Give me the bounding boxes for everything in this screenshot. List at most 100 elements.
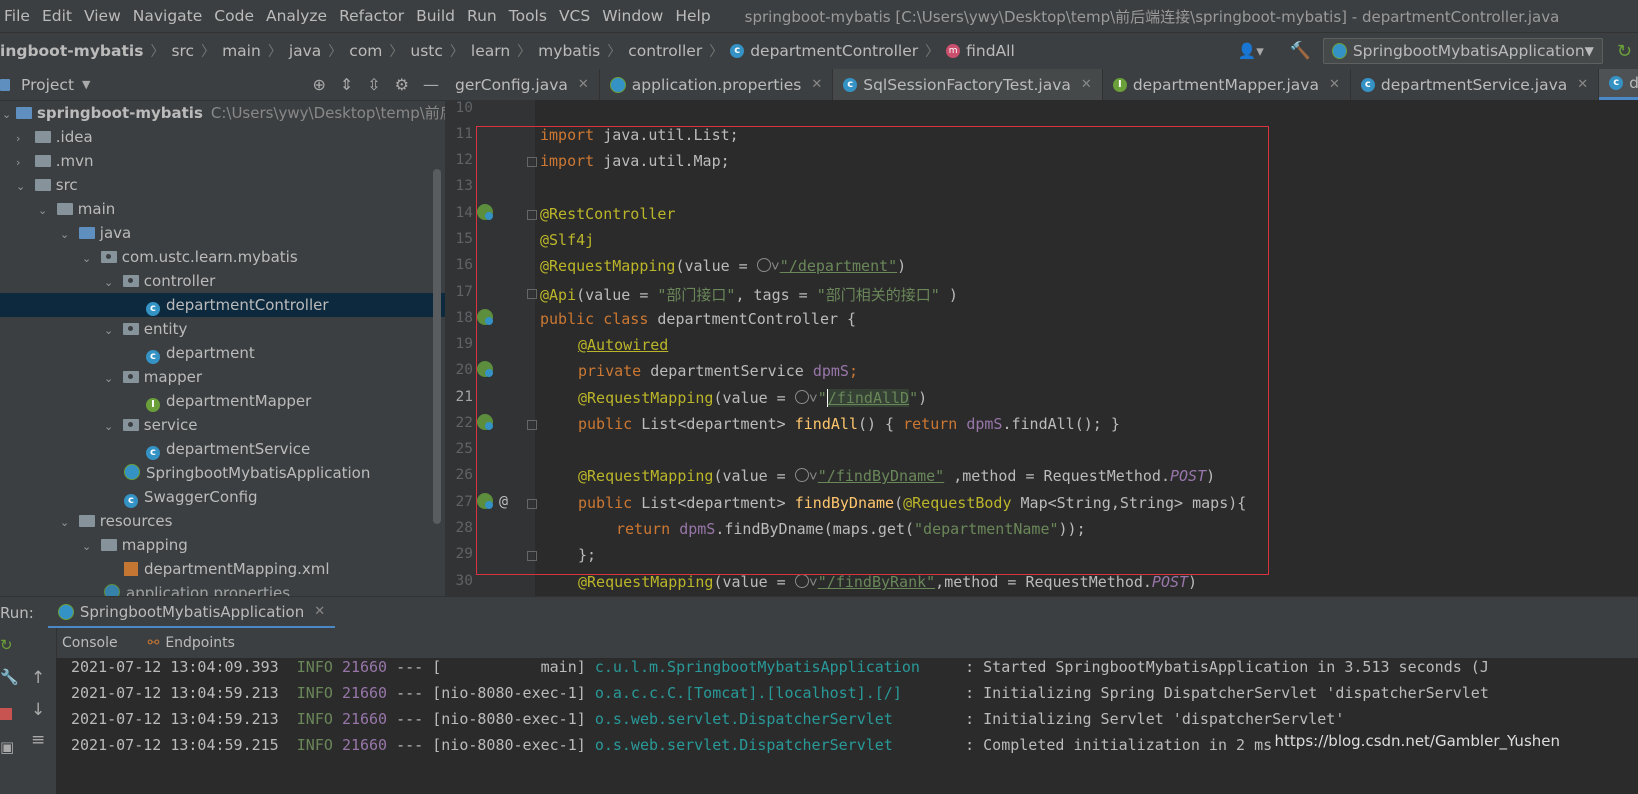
chevron-down-icon: ⌄ bbox=[104, 276, 114, 289]
breadcrumb-mybatis[interactable]: mybatis bbox=[538, 42, 600, 60]
breadcrumb-learn[interactable]: learn bbox=[471, 42, 510, 60]
menu-window[interactable]: Window bbox=[598, 7, 671, 25]
tab-department-service[interactable]: c departmentService.java ✕ bbox=[1351, 69, 1600, 100]
watermark: https://blog.csdn.net/Gambler_Yushen bbox=[1274, 732, 1560, 750]
project-tree: ⌄ springboot-mybatis C:\Users\ywy\Desktop\… bbox=[0, 101, 445, 596]
collapse-all-icon[interactable]: ⇳ bbox=[367, 75, 380, 94]
expand-all-icon[interactable]: ⇕ bbox=[340, 75, 353, 94]
close-icon[interactable]: ✕ bbox=[811, 77, 822, 92]
tree-item[interactable]: ⌄ mapping bbox=[0, 533, 445, 557]
line-number: 26 bbox=[455, 467, 473, 483]
tree-item-label: departmentMapping.xml bbox=[144, 560, 330, 578]
chevron-right-icon: 〉 bbox=[517, 44, 532, 60]
menu-help[interactable]: Help bbox=[671, 7, 718, 25]
breadcrumb-controller[interactable]: controller bbox=[628, 42, 702, 60]
tab-swagger-config[interactable]: gerConfig.java ✕ bbox=[445, 69, 600, 100]
breadcrumb-src[interactable]: src bbox=[171, 42, 194, 60]
tab-endpoints[interactable]: ⚯ Endpoints bbox=[148, 635, 235, 651]
tree-item[interactable]: ⌄ src bbox=[0, 173, 445, 197]
tree-item-project[interactable]: ⌄ springboot-mybatis C:\Users\ywy\Desktop\… bbox=[0, 101, 445, 125]
tree-item-label: com.ustc.learn.mybatis bbox=[121, 248, 298, 266]
tree-item[interactable]: ⌄ java bbox=[0, 221, 445, 245]
log-timestamp: 2021-07-12 13:04:59.213 bbox=[71, 684, 279, 702]
menu-file[interactable]: File bbox=[0, 7, 38, 25]
breadcrumb-main[interactable]: main bbox=[222, 42, 261, 60]
log-line: 2021-07-12 13:04:59.215 INFO 21660 --- [… bbox=[71, 736, 1272, 754]
menu-navigate[interactable]: Navigate bbox=[129, 7, 211, 25]
gear-icon[interactable]: ⚙ bbox=[395, 75, 409, 94]
log-separator: --- bbox=[387, 658, 433, 676]
tree-item[interactable]: ⌄ main bbox=[0, 197, 445, 221]
chevron-down-icon: ⌄ bbox=[82, 540, 92, 553]
console-output[interactable]: 2021-07-12 13:04:09.393 INFO 21660 --- [… bbox=[56, 658, 1638, 794]
breadcrumb-method[interactable]: findAll bbox=[966, 42, 1015, 60]
arrow-up-icon[interactable]: ↑ bbox=[31, 668, 45, 688]
close-icon[interactable]: ✕ bbox=[578, 77, 589, 92]
menu-analyze[interactable]: Analyze bbox=[262, 7, 335, 25]
tree-item[interactable]: IdepartmentMapper bbox=[0, 389, 445, 413]
web-url-icon[interactable] bbox=[794, 574, 809, 588]
tree-item[interactable]: application.properties bbox=[0, 581, 445, 596]
menu-edit[interactable]: Edit bbox=[38, 7, 80, 25]
tree-item-selected[interactable]: c departmentController bbox=[0, 293, 445, 317]
user-icon[interactable]: 👤▾ bbox=[1238, 42, 1264, 60]
close-icon[interactable]: ✕ bbox=[1329, 77, 1340, 92]
stop-icon[interactable] bbox=[0, 708, 12, 720]
breadcrumb-com[interactable]: com bbox=[349, 42, 382, 60]
soft-wrap-icon[interactable]: ≡ bbox=[31, 730, 45, 750]
tree-item[interactable]: ⌄ resources bbox=[0, 509, 445, 533]
tree-item[interactable]: ⌄ entity bbox=[0, 317, 445, 341]
run-tab[interactable]: SpringbootMybatisApplication ✕ bbox=[47, 597, 336, 629]
tree-item[interactable]: c departmentService bbox=[0, 437, 445, 461]
rerun-icon[interactable]: ↻ bbox=[0, 636, 13, 654]
tree-item[interactable]: c SwaggerConfig bbox=[0, 485, 445, 509]
minimize-icon[interactable]: — bbox=[423, 75, 439, 94]
wrench-icon[interactable]: 🔧 bbox=[0, 668, 19, 686]
run-configuration-select[interactable]: SpringbootMybatisApplication ▼ bbox=[1322, 38, 1603, 64]
breadcrumb-project[interactable]: ingboot-mybatis bbox=[0, 42, 143, 60]
close-icon[interactable]: ✕ bbox=[1577, 77, 1588, 92]
vertical-scrollbar[interactable] bbox=[433, 169, 441, 524]
tree-item[interactable]: ⌄ controller bbox=[0, 269, 445, 293]
close-icon[interactable]: ✕ bbox=[314, 604, 325, 619]
menu-tools[interactable]: Tools bbox=[505, 7, 555, 25]
tree-item[interactable]: › .idea bbox=[0, 125, 445, 149]
tree-item[interactable]: departmentMapping.xml bbox=[0, 557, 445, 581]
breadcrumb-class[interactable]: departmentController bbox=[750, 42, 918, 60]
chevron-down-icon: ⌄ bbox=[60, 516, 70, 529]
tree-item[interactable]: ⌄ mapper bbox=[0, 365, 445, 389]
menu-view[interactable]: View bbox=[80, 7, 129, 25]
tree-item[interactable]: SpringbootMybatisApplication bbox=[0, 461, 445, 485]
menu-code[interactable]: Code bbox=[210, 7, 262, 25]
tree-item-label: src bbox=[55, 176, 78, 194]
tab-department-mapper[interactable]: IdepartmentMapper.java ✕ bbox=[1103, 69, 1351, 100]
breadcrumb-ustc[interactable]: ustc bbox=[410, 42, 443, 60]
close-icon[interactable]: ✕ bbox=[1081, 77, 1092, 92]
class-icon: c bbox=[146, 350, 160, 364]
class-icon: c bbox=[1609, 76, 1624, 90]
log-timestamp: 2021-07-12 13:04:59.215 bbox=[71, 736, 279, 754]
tree-item[interactable]: ⌄ service bbox=[0, 413, 445, 437]
rerun-icon[interactable]: ↻ bbox=[1617, 41, 1632, 62]
tab-sqlsession-test[interactable]: c SqlSessionFactoryTest.java ✕ bbox=[833, 69, 1103, 100]
camera-icon[interactable]: ▣ bbox=[0, 738, 14, 756]
menu-build[interactable]: Build bbox=[412, 7, 463, 25]
tree-item[interactable]: c department bbox=[0, 341, 445, 365]
package-icon bbox=[122, 371, 139, 383]
tree-item-label: main bbox=[77, 200, 116, 218]
locate-icon[interactable]: ⊕ bbox=[312, 75, 325, 94]
tab-application-properties[interactable]: application.properties ✕ bbox=[600, 69, 834, 100]
menu-vcs[interactable]: VCS bbox=[555, 7, 598, 25]
chevron-down-icon[interactable]: ▼ bbox=[82, 78, 90, 91]
tab-department-controller[interactable]: cdepar bbox=[1599, 69, 1638, 100]
project-panel-title[interactable]: Project bbox=[21, 76, 74, 94]
folder-icon bbox=[34, 179, 51, 191]
tree-item-label: departmentService bbox=[166, 440, 311, 458]
tree-item[interactable]: ⌄ com.ustc.learn.mybatis bbox=[0, 245, 445, 269]
hammer-icon[interactable]: 🔨 bbox=[1290, 41, 1311, 61]
breadcrumb-java[interactable]: java bbox=[289, 42, 321, 60]
menu-run[interactable]: Run bbox=[463, 7, 505, 25]
tree-item[interactable]: › .mvn bbox=[0, 149, 445, 173]
arrow-down-icon[interactable]: ↓ bbox=[31, 700, 45, 720]
menu-refactor[interactable]: Refactor bbox=[335, 7, 412, 25]
